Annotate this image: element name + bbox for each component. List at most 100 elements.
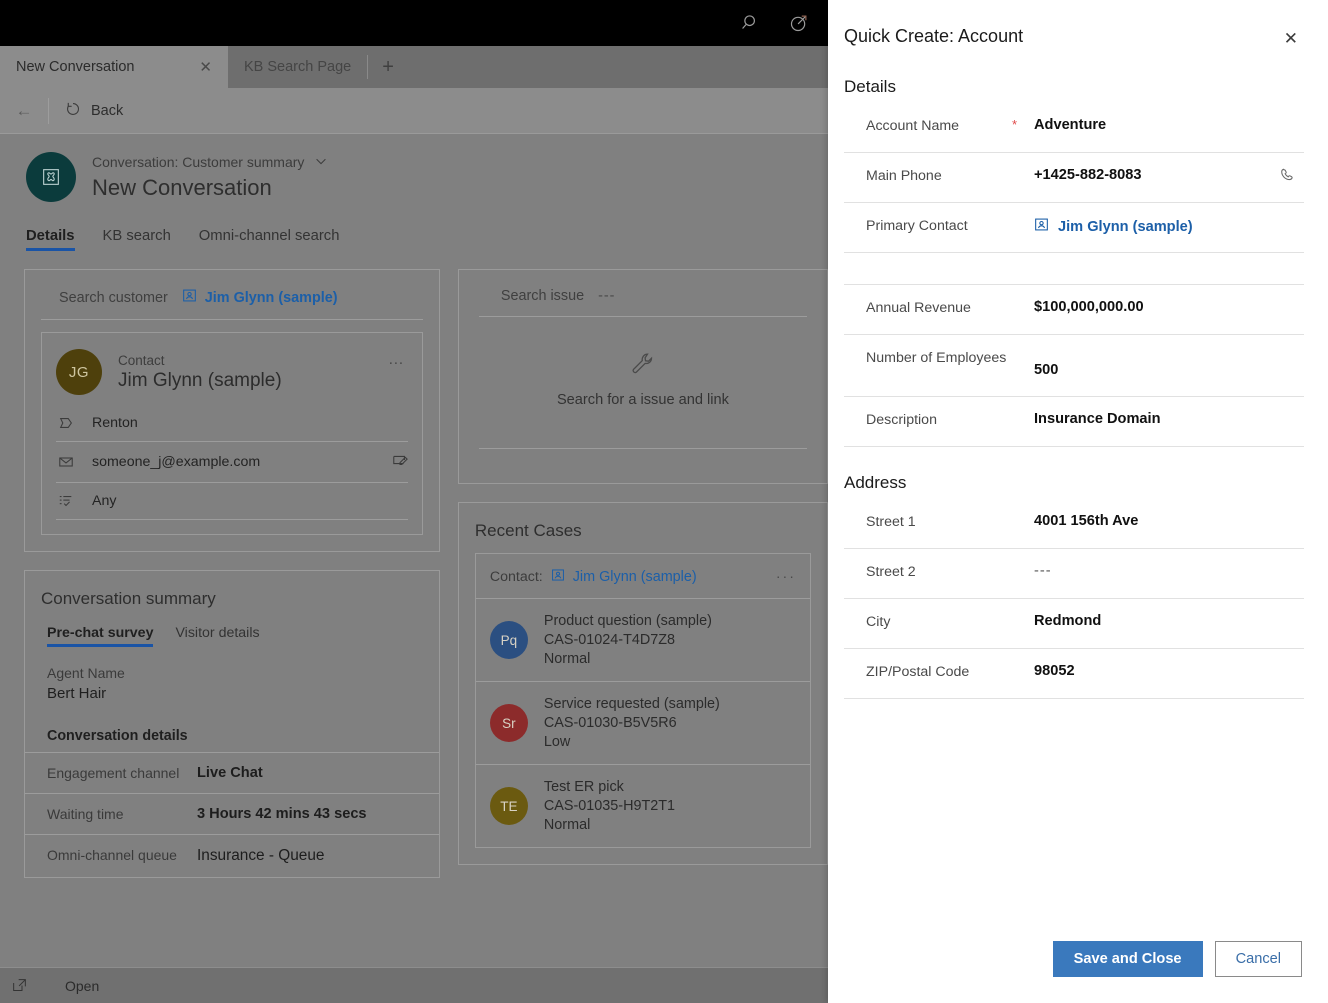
detail-value: 3 Hours 42 mins 43 secs bbox=[197, 806, 367, 822]
refresh-back-icon bbox=[65, 101, 81, 121]
field-street-2[interactable]: Street 2 --- bbox=[844, 549, 1304, 599]
field-primary-contact[interactable]: Primary Contact Jim Glynn (sample) bbox=[844, 203, 1304, 253]
field-trailing bbox=[1270, 216, 1304, 217]
required-marker bbox=[1012, 612, 1034, 613]
session-tab-label: KB Search Page bbox=[244, 59, 351, 75]
columns: Search customer Jim Glynn (sample) bbox=[0, 251, 828, 896]
agent-name-label: Agent Name bbox=[25, 647, 439, 681]
address-heading: Address bbox=[844, 473, 1304, 493]
search-issue-value[interactable]: --- bbox=[598, 288, 615, 304]
recent-cases-title: Recent Cases bbox=[459, 503, 827, 541]
recent-cases-list: Contact: Jim Glynn (sample) ··· bbox=[475, 553, 811, 848]
content-area: Conversation: Customer summary New Conve… bbox=[0, 134, 828, 967]
customer-link[interactable]: Jim Glynn (sample) bbox=[182, 288, 338, 307]
close-icon[interactable]: ✕ bbox=[1278, 26, 1304, 51]
field-value: Insurance Domain bbox=[1034, 410, 1270, 427]
contact-header: JG Contact Jim Glynn (sample) … bbox=[42, 333, 422, 405]
add-tab-button[interactable]: + bbox=[368, 46, 408, 88]
email-icon bbox=[56, 454, 76, 470]
avatar: JG bbox=[56, 349, 102, 395]
list-item[interactable]: Pq Product question (sample) CAS-01024-T… bbox=[476, 598, 810, 681]
required-marker bbox=[1012, 662, 1034, 663]
detail-value: Insurance - Queue bbox=[197, 847, 324, 865]
field-main-phone[interactable]: Main Phone +1425-882-8083 bbox=[844, 153, 1304, 203]
field-annual-revenue[interactable]: Annual Revenue $100,000,000.00 bbox=[844, 285, 1304, 335]
search-issue-row: Search issue --- bbox=[459, 270, 827, 316]
detail-key: Waiting time bbox=[47, 806, 197, 822]
back-button[interactable]: Back bbox=[49, 101, 139, 121]
agent-name-value: Bert Hair bbox=[25, 681, 439, 702]
tab-details[interactable]: Details bbox=[26, 228, 75, 251]
conversation-summary-tabs: Pre-chat survey Visitor details bbox=[25, 609, 439, 647]
session-tab-kb-search-page[interactable]: KB Search Page bbox=[228, 46, 367, 88]
diagnostics-icon[interactable] bbox=[788, 12, 810, 34]
open-popout-icon[interactable] bbox=[12, 978, 27, 993]
cancel-button[interactable]: Cancel bbox=[1215, 941, 1302, 977]
back-arrow-icon[interactable]: ← bbox=[0, 101, 48, 121]
location-tag-icon bbox=[56, 415, 76, 431]
field-label: Description bbox=[844, 410, 1012, 431]
tab-kb-search[interactable]: KB search bbox=[103, 228, 171, 251]
field-number-of-employees[interactable]: Number of Employees 500 bbox=[844, 335, 1304, 397]
session-tab-label: New Conversation bbox=[16, 59, 134, 75]
field-trailing bbox=[1270, 562, 1304, 563]
save-and-close-button[interactable]: Save and Close bbox=[1053, 941, 1203, 977]
field-trailing bbox=[1270, 410, 1304, 411]
left-column: Search customer Jim Glynn (sample) bbox=[24, 269, 440, 896]
required-marker bbox=[1012, 166, 1034, 167]
divider bbox=[41, 319, 423, 320]
session-tab-new-conversation[interactable]: New Conversation ✕ bbox=[0, 46, 228, 88]
contact-email-value: someone_j@example.com bbox=[92, 454, 260, 470]
contact-kind: Contact bbox=[118, 353, 282, 368]
conversation-avatar-icon bbox=[26, 152, 76, 202]
field-value: --- bbox=[1034, 562, 1270, 579]
search-icon[interactable] bbox=[740, 12, 762, 34]
phone-icon[interactable] bbox=[1270, 166, 1304, 184]
tab-visitor-details[interactable]: Visitor details bbox=[175, 625, 259, 647]
case-title: Test ER pick bbox=[544, 779, 675, 795]
required-marker bbox=[1012, 562, 1034, 563]
issue-card: Search issue --- Search for a issue and … bbox=[458, 269, 828, 484]
tab-omni-channel-search[interactable]: Omni-channel search bbox=[199, 228, 340, 251]
issue-empty-state: Search for a issue and link bbox=[459, 317, 827, 448]
field-label: Annual Revenue bbox=[844, 298, 1012, 319]
field-trailing bbox=[1270, 116, 1304, 117]
panel-body: Details Account Name * Adventure Main Ph… bbox=[828, 51, 1328, 941]
page-title: New Conversation bbox=[92, 175, 328, 201]
contact-row-any: Any bbox=[42, 483, 422, 519]
field-trailing bbox=[1270, 298, 1304, 299]
case-priority: Low bbox=[544, 734, 720, 750]
tab-pre-chat-survey[interactable]: Pre-chat survey bbox=[47, 625, 153, 647]
list-item[interactable]: TE Test ER pick CAS-01035-H9T2T1 Normal bbox=[476, 764, 810, 847]
case-number: CAS-01030-B5V5R6 bbox=[544, 715, 720, 731]
detail-row-waiting-time: Waiting time 3 Hours 42 mins 43 secs bbox=[25, 793, 439, 834]
session-tabstrip: New Conversation ✕ KB Search Page + bbox=[0, 46, 828, 88]
field-description[interactable]: Description Insurance Domain bbox=[844, 397, 1304, 447]
more-options-icon[interactable]: … bbox=[388, 351, 406, 369]
contact-card: JG Contact Jim Glynn (sample) … bbox=[41, 332, 423, 535]
conversation-details-heading: Conversation details bbox=[25, 702, 439, 752]
conversation-subtitle-row: Conversation: Customer summary bbox=[92, 154, 328, 171]
background-app: New Conversation ✕ KB Search Page + ← Ba… bbox=[0, 0, 828, 1003]
close-icon[interactable]: ✕ bbox=[161, 58, 212, 76]
panel-header: Quick Create: Account ✕ bbox=[828, 0, 1328, 51]
field-city[interactable]: City Redmond bbox=[844, 599, 1304, 649]
search-customer-row: Search customer Jim Glynn (sample) bbox=[25, 270, 439, 319]
required-marker bbox=[1012, 216, 1034, 217]
recent-cases-contact-link[interactable]: Jim Glynn (sample) bbox=[573, 569, 697, 585]
case-number: CAS-01024-T4D7Z8 bbox=[544, 632, 712, 648]
field-zip-postal-code[interactable]: ZIP/Postal Code 98052 bbox=[844, 649, 1304, 699]
panel-title: Quick Create: Account bbox=[844, 26, 1278, 47]
field-label: Street 1 bbox=[844, 512, 1012, 533]
field-street-1[interactable]: Street 1 4001 156th Ave bbox=[844, 499, 1304, 549]
chevron-down-icon[interactable] bbox=[314, 154, 328, 171]
status-bar: Open bbox=[0, 967, 828, 1003]
list-item[interactable]: Sr Service requested (sample) CAS-01030-… bbox=[476, 681, 810, 764]
field-account-name[interactable]: Account Name * Adventure bbox=[844, 103, 1304, 153]
conversation-summary-title: Conversation summary bbox=[25, 571, 439, 609]
field-value: 500 bbox=[1034, 348, 1270, 378]
page-tabs: Details KB search Omni-channel search bbox=[0, 202, 828, 251]
compose-email-icon[interactable] bbox=[392, 452, 408, 472]
field-value-link[interactable]: Jim Glynn (sample) bbox=[1034, 216, 1270, 236]
more-options-icon[interactable]: ··· bbox=[776, 569, 796, 585]
